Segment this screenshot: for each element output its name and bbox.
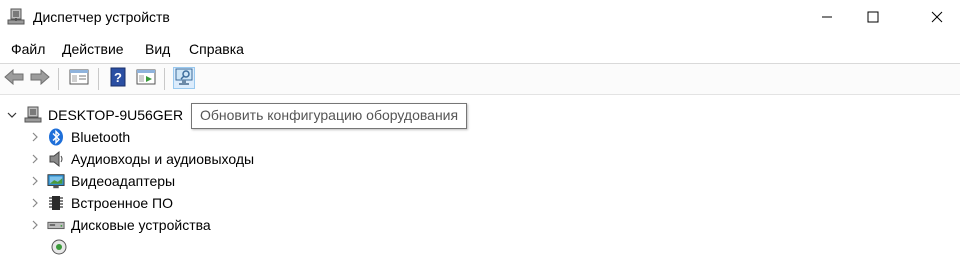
tree-item-firmware[interactable]: Встроенное ПО	[29, 192, 173, 214]
expand-chevron-icon[interactable]	[29, 214, 41, 236]
tree-item-label: Видеоадаптеры	[71, 173, 176, 189]
menu-bar: Файл Действие Вид Справка	[0, 38, 960, 60]
title-bar: Диспетчер устройств	[0, 0, 960, 34]
tree-item-audio[interactable]: Аудиовходы и аудиовыходы	[29, 148, 254, 170]
tree-item-partial	[50, 236, 74, 258]
properties-icon	[69, 68, 89, 89]
back-button[interactable]	[3, 67, 25, 89]
window-title: Диспетчер устройств	[33, 9, 170, 25]
toolbar-separator	[58, 68, 59, 90]
help-button[interactable]: ?	[107, 67, 129, 89]
computer-icon	[24, 106, 42, 124]
tree-item-disk-drives[interactable]: Дисковые устройства	[29, 214, 211, 236]
menu-action[interactable]: Действие	[60, 40, 126, 58]
collapse-chevron-icon[interactable]	[6, 104, 18, 126]
tree-item-label: Дисковые устройства	[71, 217, 211, 233]
toolbar-separator	[164, 68, 165, 90]
properties-button[interactable]	[68, 67, 90, 89]
run-icon	[136, 68, 156, 89]
monitor-icon	[47, 172, 65, 190]
speaker-icon	[47, 150, 65, 168]
expand-chevron-icon[interactable]	[29, 170, 41, 192]
device-tree: DESKTOP-9U56GER Bluetooth Аудиовходы и а…	[0, 98, 960, 255]
back-icon	[4, 68, 24, 88]
scan-hardware-tooltip: Обновить конфигурацию оборудования	[191, 103, 468, 129]
bluetooth-icon	[47, 128, 65, 146]
toolbar-separator	[98, 68, 99, 90]
close-button[interactable]	[914, 0, 960, 34]
disk-icon	[47, 216, 65, 234]
scan-hardware-button[interactable]	[173, 67, 195, 89]
computer-name: DESKTOP-9U56GER	[48, 107, 184, 123]
partial-device-icon	[50, 238, 68, 256]
chip-icon	[47, 194, 65, 212]
expand-chevron-icon[interactable]	[29, 192, 41, 214]
expand-chevron-icon[interactable]	[29, 148, 41, 170]
tree-root[interactable]: DESKTOP-9U56GER	[6, 104, 183, 126]
help-icon: ?	[109, 67, 127, 90]
menu-view[interactable]: Вид	[143, 40, 172, 58]
device-manager-app-icon	[7, 8, 25, 26]
maximize-button[interactable]	[850, 0, 896, 34]
tree-item-label: Bluetooth	[71, 129, 131, 145]
tree-item-bluetooth[interactable]: Bluetooth	[29, 126, 130, 148]
scan-hardware-icon	[174, 68, 194, 89]
menu-help[interactable]: Справка	[187, 40, 246, 58]
tree-item-label: Аудиовходы и аудиовыходы	[71, 151, 255, 167]
minimize-button[interactable]	[804, 0, 850, 34]
tree-item-label: Встроенное ПО	[71, 195, 173, 211]
expand-chevron-icon[interactable]	[29, 126, 41, 148]
menu-file[interactable]: Файл	[9, 40, 47, 58]
toolbar: ?	[0, 63, 960, 95]
run-button[interactable]	[135, 67, 157, 89]
forward-button[interactable]	[29, 67, 51, 89]
svg-text:?: ?	[114, 70, 122, 85]
tree-item-display-adapters[interactable]: Видеоадаптеры	[29, 170, 175, 192]
forward-icon	[30, 68, 50, 88]
